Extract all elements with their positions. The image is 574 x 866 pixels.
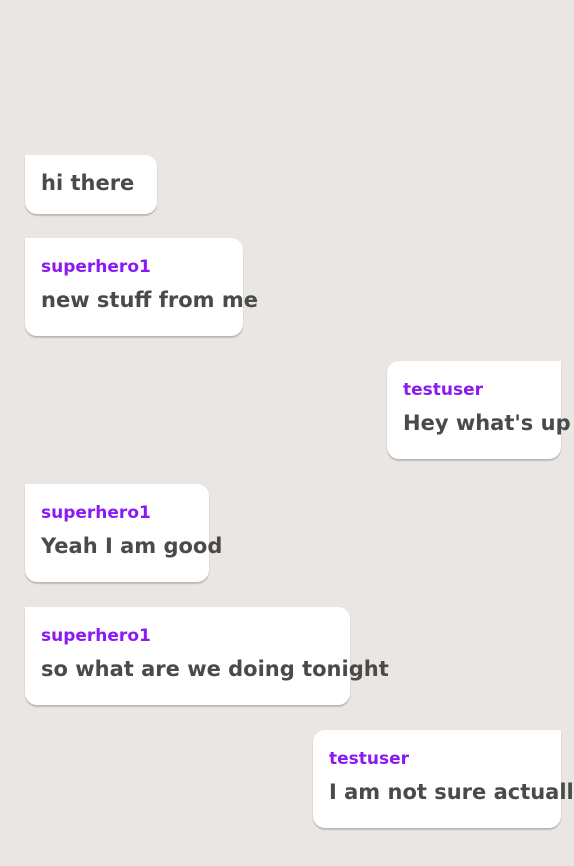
- message-bubble: superhero1 Yeah I am good: [25, 484, 223, 582]
- message-bubble: superhero1 new stuff from me: [25, 238, 258, 336]
- message-bubble: testuser Hey what's up: [387, 361, 571, 459]
- message-text: new stuff from me: [41, 288, 258, 312]
- message-sender: superhero1: [41, 503, 151, 523]
- message-sender: superhero1: [41, 626, 151, 646]
- message-bubble: superhero1 so what are we doing tonight: [25, 607, 389, 705]
- message-text: I am not sure actually: [329, 780, 574, 804]
- message-sender: testuser: [329, 749, 410, 769]
- message-bubble: testuser I am not sure actually: [313, 730, 574, 828]
- chat-message-list[interactable]: hi there superhero1 new stuff from me te…: [0, 0, 574, 866]
- message-text: Yeah I am good: [41, 534, 223, 558]
- message-text: Hey what's up: [403, 411, 571, 435]
- message-text: hi there: [41, 171, 135, 195]
- message-bubble: hi there: [25, 155, 157, 214]
- message-sender: superhero1: [41, 257, 151, 277]
- message-text: so what are we doing tonight: [41, 657, 389, 681]
- message-sender: testuser: [403, 380, 484, 400]
